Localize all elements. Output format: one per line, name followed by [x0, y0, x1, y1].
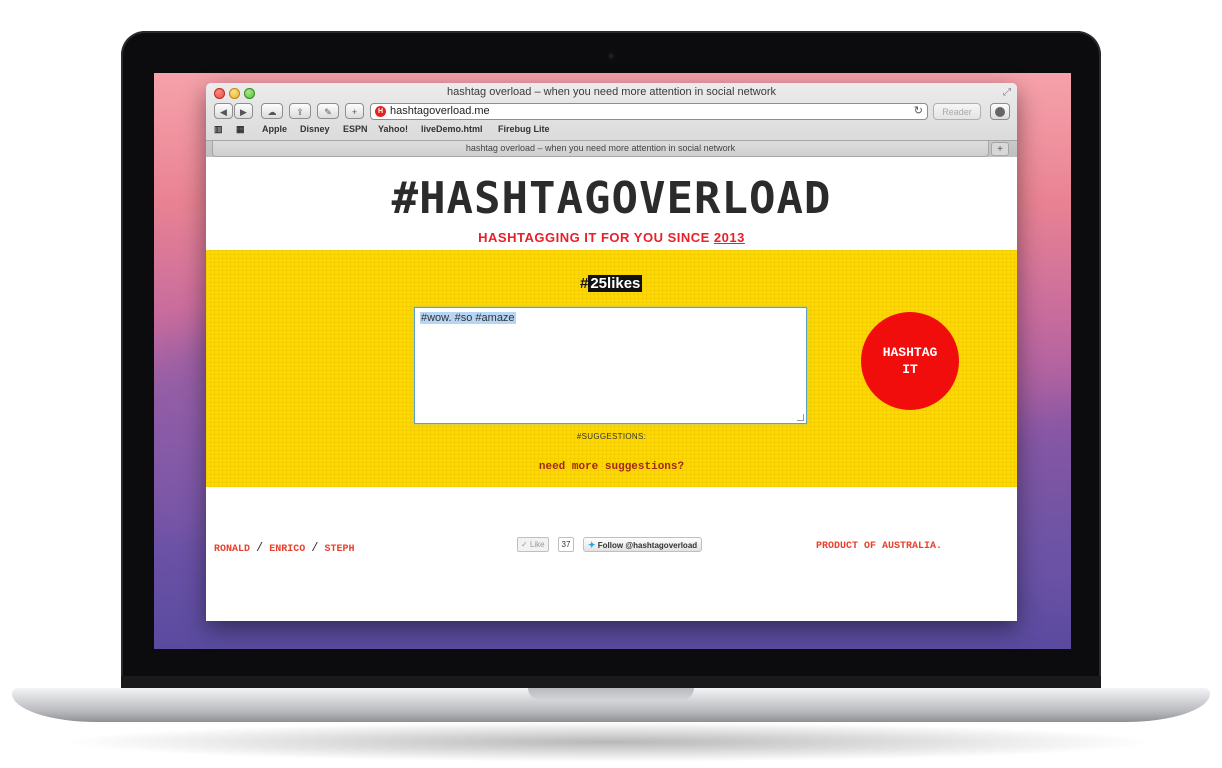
reload-icon[interactable]: ↻	[914, 104, 923, 117]
site-logo[interactable]: #HASHTAGOVERLOAD	[206, 173, 1017, 224]
hashtag-panel: #25likes #wow. #so #amaze HASHTAG IT #SU…	[206, 250, 1017, 487]
like-label: Like	[529, 540, 545, 549]
url-text: hashtagoverload.me	[390, 105, 490, 117]
download-icon	[995, 107, 1005, 117]
bookmark-disney[interactable]: Disney	[300, 124, 330, 134]
site-favicon-icon: H	[375, 106, 386, 117]
author-link-steph[interactable]: STEPH	[325, 544, 355, 555]
reading-list-button[interactable]: ✎	[317, 103, 339, 119]
likes-badge: #25likes	[580, 275, 643, 293]
author-separator: /	[311, 541, 319, 555]
tagline-text: HASHTAGGING IT FOR YOU SINCE	[478, 230, 714, 245]
back-button[interactable]: ◀	[214, 103, 233, 119]
likes-text: 25likes	[588, 275, 643, 292]
share-icon: ⇪	[296, 107, 304, 117]
browser-window: hashtag overload – when you need more at…	[206, 83, 1017, 621]
address-bar[interactable]: H hashtagoverload.me ↻	[370, 103, 928, 120]
downloads-button[interactable]	[990, 103, 1010, 120]
authors-list: RONALD / ENRICO / STEPH	[214, 541, 355, 555]
cloud-icon: ☁	[267, 107, 277, 117]
bookmark-espn[interactable]: ESPN	[343, 124, 368, 134]
top-sites-icon[interactable]: ▦	[236, 124, 245, 135]
tab-bar: hashtag overload – when you need more at…	[206, 140, 1017, 158]
laptop-shadow	[60, 722, 1160, 762]
more-suggestions-link: need more suggestions?	[206, 461, 1017, 473]
author-separator: /	[256, 541, 264, 555]
bookmark-livedemo[interactable]: liveDemo.html	[421, 124, 483, 134]
book-icon[interactable]: ▥	[214, 124, 223, 135]
bookmark-yahoo[interactable]: Yahoo!	[378, 124, 408, 134]
author-link-enrico[interactable]: ENRICO	[269, 544, 305, 555]
hashtag-it-label: HASHTAG IT	[882, 345, 938, 377]
follow-label: Follow @hashtagoverload	[597, 541, 698, 550]
camera-icon	[607, 52, 615, 60]
thumbs-up-icon: ✓	[521, 540, 528, 549]
textarea-value: #wow. #so #amaze	[420, 312, 516, 324]
bookmark-apple[interactable]: Apple	[262, 124, 287, 134]
facebook-like-button[interactable]: ✓ Like	[517, 537, 549, 552]
web-page: #HASHTAGOVERLOAD HASHTAGGING IT FOR YOU …	[206, 157, 1017, 621]
author-link-ronald[interactable]: RONALD	[214, 544, 250, 555]
resize-grip-icon[interactable]	[797, 414, 804, 421]
new-tab-button[interactable]: +	[345, 103, 364, 119]
tagline: HASHTAGGING IT FOR YOU SINCE 2013	[206, 230, 1017, 245]
plus-icon: +	[351, 107, 358, 117]
fullscreen-icon[interactable]: ⤢	[1003, 87, 1011, 98]
window-title: hashtag overload – when you need more at…	[447, 86, 776, 98]
product-of-australia: PRODUCT OF AUSTRALIA.	[816, 541, 943, 552]
twitter-bird-icon: ✦	[588, 540, 596, 550]
bookmark-firebug-lite[interactable]: Firebug Lite	[498, 124, 550, 134]
paperclip-icon: ✎	[324, 107, 332, 117]
forward-button[interactable]: ▶	[234, 103, 253, 119]
reader-button[interactable]: Reader	[933, 103, 981, 120]
like-count: 37	[558, 537, 574, 552]
new-tab-icon[interactable]: +	[991, 142, 1009, 156]
hashtag-textarea[interactable]: #wow. #so #amaze	[414, 307, 807, 424]
share-button[interactable]: ⇪	[289, 103, 311, 119]
more-suggestions-text[interactable]: need more suggestions?	[539, 461, 684, 473]
laptop-notch	[528, 688, 694, 700]
tab-hashtag-overload[interactable]: hashtag overload – when you need more at…	[212, 141, 989, 157]
tagline-year-link[interactable]: 2013	[714, 230, 745, 245]
icloud-tabs-button[interactable]: ☁	[261, 103, 283, 119]
hashtag-it-button[interactable]: HASHTAG IT	[861, 312, 959, 410]
twitter-follow-button[interactable]: ✦ Follow @hashtagoverload	[583, 537, 703, 552]
suggestions-label: #SUGGESTIONS:	[576, 432, 647, 441]
